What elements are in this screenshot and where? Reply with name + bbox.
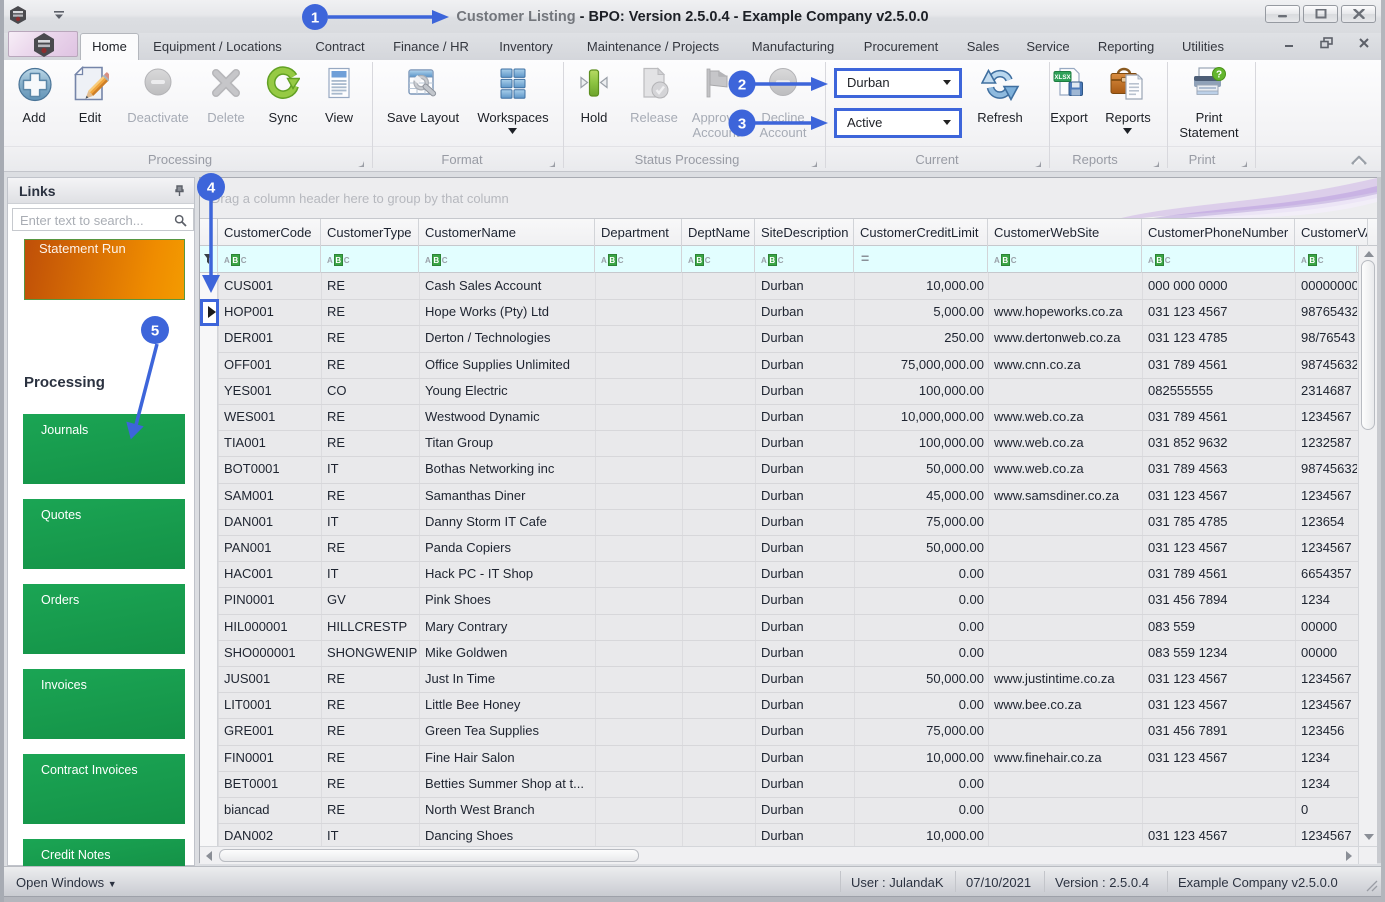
svg-text:?: ?: [1216, 70, 1222, 81]
svg-text:XLSX: XLSX: [1054, 74, 1071, 81]
